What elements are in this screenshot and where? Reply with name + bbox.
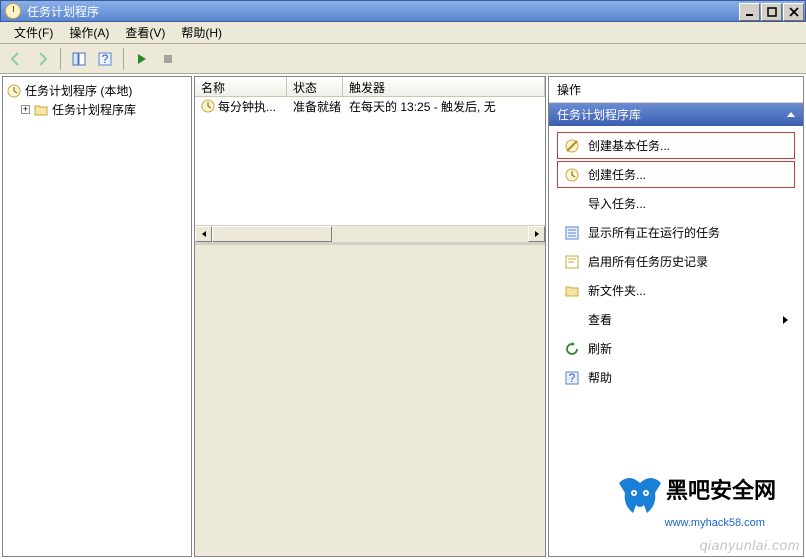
menu-action[interactable]: 操作(A): [61, 22, 117, 43]
stop-button[interactable]: [156, 47, 180, 71]
tree-library-label: 任务计划程序库: [52, 101, 136, 118]
window-title: 任务计划程序: [25, 3, 739, 20]
tree-root-label: 任务计划程序 (本地): [25, 82, 132, 99]
col-state[interactable]: 状态: [287, 77, 343, 96]
menubar: 文件(F) 操作(A) 查看(V) 帮助(H): [0, 22, 806, 44]
collapse-icon: [787, 112, 795, 117]
back-button[interactable]: [4, 47, 28, 71]
chevron-right-icon: [783, 316, 788, 324]
task-icon: [564, 167, 580, 183]
clock-icon: [7, 84, 21, 98]
titlebar: 任务计划程序: [0, 0, 806, 22]
actions-pane: 操作 任务计划程序库 创建基本任务... 创建任务... 导入任务... 显示所…: [548, 76, 804, 557]
list-body: 每分钟执... 准备就绪 在每天的 13:25 - 触发后, 无: [195, 97, 545, 225]
app-icon: [5, 3, 21, 19]
run-button[interactable]: [130, 47, 154, 71]
blank-icon: [564, 196, 580, 212]
col-name[interactable]: 名称: [195, 77, 287, 96]
action-label: 创建基本任务...: [588, 137, 670, 154]
folder-icon: [564, 283, 580, 299]
action-show-running[interactable]: 显示所有正在运行的任务: [557, 219, 795, 246]
task-list-pane: 名称 状态 触发器 每分钟执... 准备就绪 在每天的 13:25 - 触发后,…: [194, 76, 546, 557]
col-trigger[interactable]: 触发器: [343, 77, 545, 96]
toolbar: ?: [0, 44, 806, 74]
toolbar-separator: [123, 48, 124, 70]
expand-icon[interactable]: +: [21, 105, 30, 114]
toolbar-separator: [60, 48, 61, 70]
scroll-right-button[interactable]: [528, 226, 545, 242]
blank-icon: [564, 312, 580, 328]
action-label: 导入任务...: [588, 195, 646, 212]
cell-trigger: 在每天的 13:25 - 触发后, 无: [343, 98, 545, 115]
horizontal-scrollbar[interactable]: [195, 225, 545, 242]
action-label: 创建任务...: [588, 166, 646, 183]
actions-title: 操作: [549, 77, 803, 103]
maximize-button[interactable]: [761, 3, 782, 21]
action-new-folder[interactable]: 新文件夹...: [557, 277, 795, 304]
list-icon: [564, 225, 580, 241]
menu-view[interactable]: 查看(V): [117, 22, 173, 43]
action-view[interactable]: 查看: [557, 306, 795, 333]
scroll-left-button[interactable]: [195, 226, 212, 242]
detail-pane: [195, 242, 545, 556]
action-label: 新文件夹...: [588, 282, 646, 299]
action-import-task[interactable]: 导入任务...: [557, 190, 795, 217]
action-label: 启用所有任务历史记录: [588, 253, 708, 270]
refresh-icon: [564, 341, 580, 357]
content: 任务计划程序 (本地) + 任务计划程序库 名称 状态 触发器 每分钟执... …: [0, 74, 806, 559]
window-buttons: [739, 2, 805, 21]
tree-root[interactable]: 任务计划程序 (本地): [7, 81, 187, 100]
clock-icon: [201, 99, 215, 113]
list-header: 名称 状态 触发器: [195, 77, 545, 97]
nav-tree: 任务计划程序 (本地) + 任务计划程序库: [2, 76, 192, 557]
menu-help[interactable]: 帮助(H): [173, 22, 230, 43]
action-label: 帮助: [588, 369, 612, 386]
svg-text:?: ?: [569, 371, 576, 385]
action-help[interactable]: ? 帮助: [557, 364, 795, 391]
tree-library[interactable]: + 任务计划程序库: [21, 100, 187, 119]
minimize-button[interactable]: [739, 3, 760, 21]
table-row[interactable]: 每分钟执... 准备就绪 在每天的 13:25 - 触发后, 无: [195, 97, 545, 115]
actions-section-label: 任务计划程序库: [557, 106, 641, 123]
menu-file[interactable]: 文件(F): [6, 22, 61, 43]
action-label: 显示所有正在运行的任务: [588, 224, 720, 241]
cell-name: 每分钟执...: [218, 98, 276, 115]
action-label: 刷新: [588, 340, 612, 357]
action-label: 查看: [588, 311, 612, 328]
scroll-thumb[interactable]: [212, 226, 332, 242]
actions-body: 创建基本任务... 创建任务... 导入任务... 显示所有正在运行的任务 启用…: [549, 126, 803, 397]
action-create-task[interactable]: 创建任务...: [557, 161, 795, 188]
cell-state: 准备就绪: [287, 98, 343, 115]
actions-section-header[interactable]: 任务计划程序库: [549, 103, 803, 126]
help-button[interactable]: ?: [93, 47, 117, 71]
close-button[interactable]: [783, 3, 804, 21]
history-icon: [564, 254, 580, 270]
show-hide-tree-button[interactable]: [67, 47, 91, 71]
action-enable-history[interactable]: 启用所有任务历史记录: [557, 248, 795, 275]
wizard-icon: [564, 138, 580, 154]
help-icon: ?: [564, 370, 580, 386]
action-refresh[interactable]: 刷新: [557, 335, 795, 362]
folder-icon: [34, 104, 48, 116]
action-create-basic-task[interactable]: 创建基本任务...: [557, 132, 795, 159]
svg-text:?: ?: [102, 52, 109, 66]
forward-button[interactable]: [30, 47, 54, 71]
scroll-track[interactable]: [212, 226, 528, 242]
